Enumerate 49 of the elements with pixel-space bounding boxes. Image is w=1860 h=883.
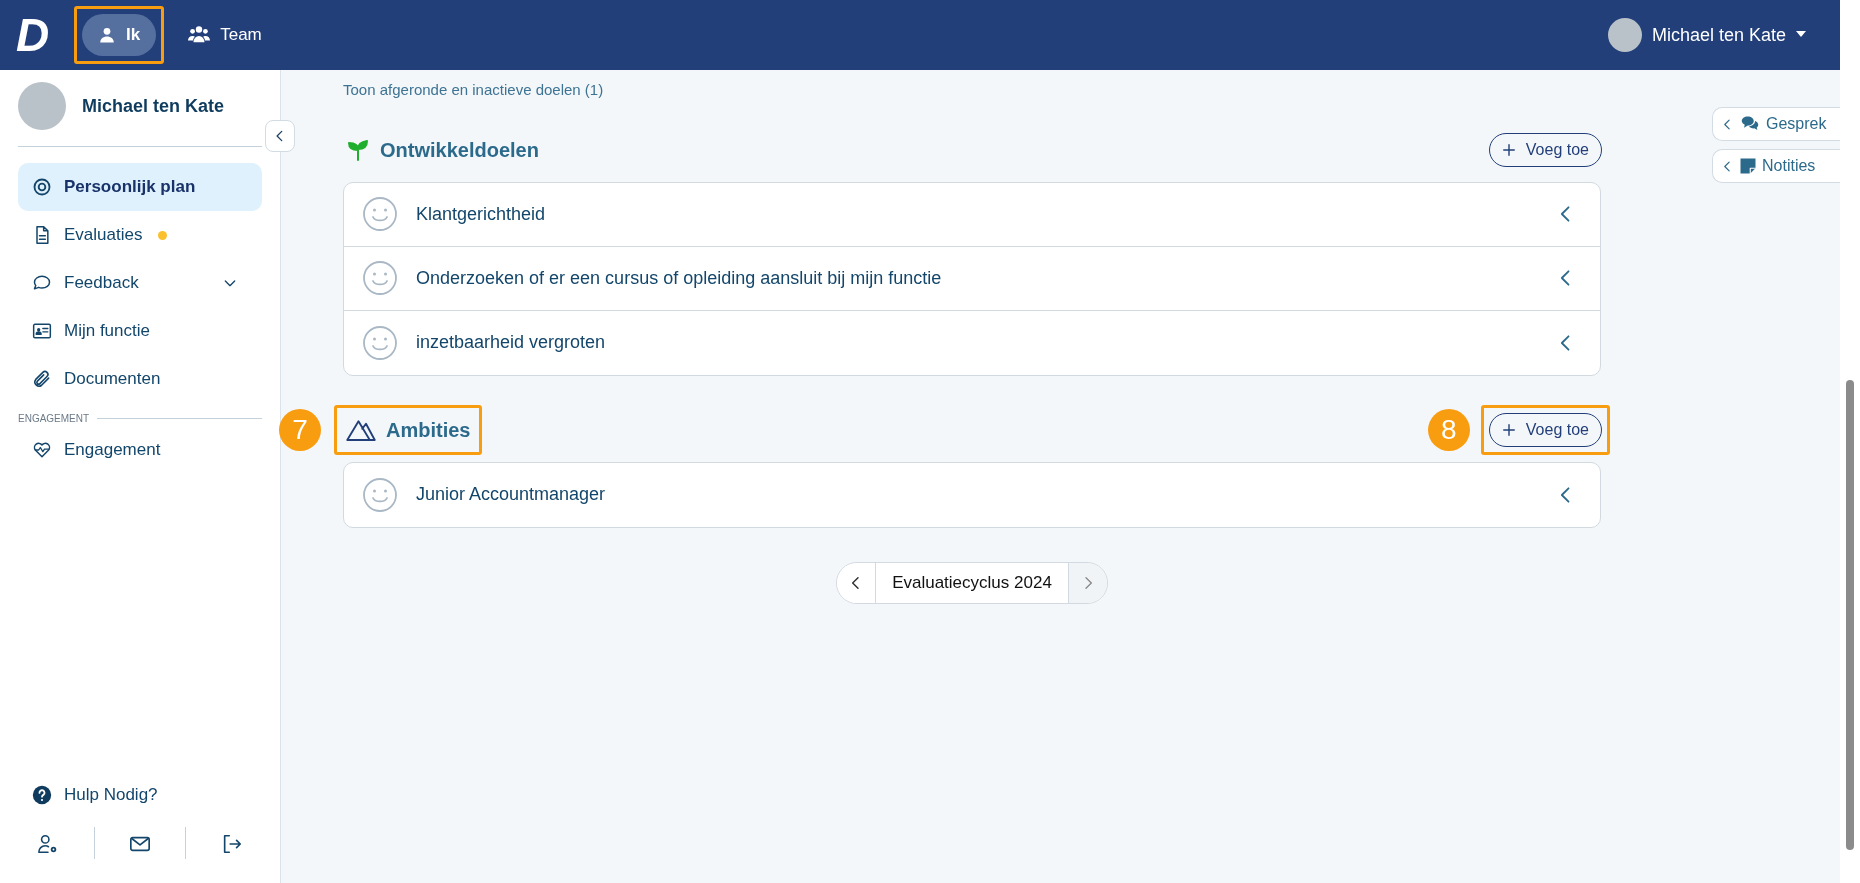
smiley-icon — [362, 260, 398, 296]
smiley-icon — [362, 196, 398, 232]
sidebar-item[interactable]: Documenten — [18, 355, 262, 403]
person-icon — [98, 26, 116, 44]
help-icon — [32, 785, 52, 805]
smiley-icon — [362, 324, 398, 361]
plus-icon — [1501, 422, 1516, 437]
smiley-icon — [362, 476, 398, 513]
scrollbar[interactable] — [1840, 0, 1860, 883]
sidebar-item[interactable]: Engagement — [18, 426, 262, 474]
profile-name: Michael ten Kate — [82, 94, 225, 118]
target-icon — [32, 177, 52, 197]
nav-tab[interactable]: Ik — [82, 14, 157, 56]
logo[interactable]: D — [16, 12, 62, 58]
section-label: ENGAGEMENT — [18, 412, 90, 426]
nav-tab[interactable]: Team — [172, 14, 278, 56]
sidebar-item[interactable]: Mijn functie — [18, 307, 262, 355]
chat-bubbles-icon — [1739, 115, 1761, 133]
user-menu[interactable]: Michael ten Kate — [1601, 17, 1812, 53]
cycle-label: Evaluatiecyclus 2024 — [875, 562, 1069, 603]
step-number: 7 — [279, 408, 321, 451]
paperclip-icon — [32, 369, 52, 389]
sidebar-item[interactable]: Persoonlijk plan — [18, 163, 262, 211]
goal-title: Klantgerichtheid — [416, 202, 547, 226]
chat-bubble-icon — [32, 273, 52, 293]
goal-row[interactable]: Klantgerichtheid — [344, 182, 1600, 247]
help-link[interactable]: Hulp Nodig? — [18, 771, 262, 819]
section-title: Ontwikkeldoelen — [342, 132, 543, 167]
collapse-button[interactable] — [265, 120, 295, 152]
goal-title: Onderzoeken of er een cursus of opleiding aansluit bij mijn functie — [416, 266, 943, 290]
step-number: 8 — [1427, 408, 1470, 451]
avatar — [18, 82, 66, 130]
goal-title: inzetbaarheid vergroten — [416, 331, 607, 354]
sidebar-item[interactable]: Evaluaties — [18, 211, 262, 259]
avatar — [1607, 18, 1642, 52]
id-card-icon — [32, 321, 52, 341]
caret-down-icon — [1796, 31, 1806, 39]
sprout-icon — [346, 137, 370, 162]
side-panel-tab[interactable]: Gesprek — [1712, 107, 1840, 141]
goal-title: Junior Accountmanager — [416, 483, 607, 506]
plus-icon — [1501, 142, 1516, 157]
goal-row[interactable]: Junior Accountmanager — [344, 462, 1600, 527]
side-panel-tab[interactable]: Notities — [1712, 149, 1840, 183]
section-title: Ambities — [342, 412, 475, 447]
sidebar-item[interactable]: Feedback — [18, 259, 262, 307]
sticky-note-icon — [1739, 157, 1757, 175]
goal-row[interactable]: inzetbaarheid vergroten — [344, 310, 1600, 375]
heart-pulse-icon — [32, 440, 52, 460]
goal-row[interactable]: Onderzoeken of er een cursus of opleiding aansluit bij mijn functie — [344, 246, 1600, 311]
